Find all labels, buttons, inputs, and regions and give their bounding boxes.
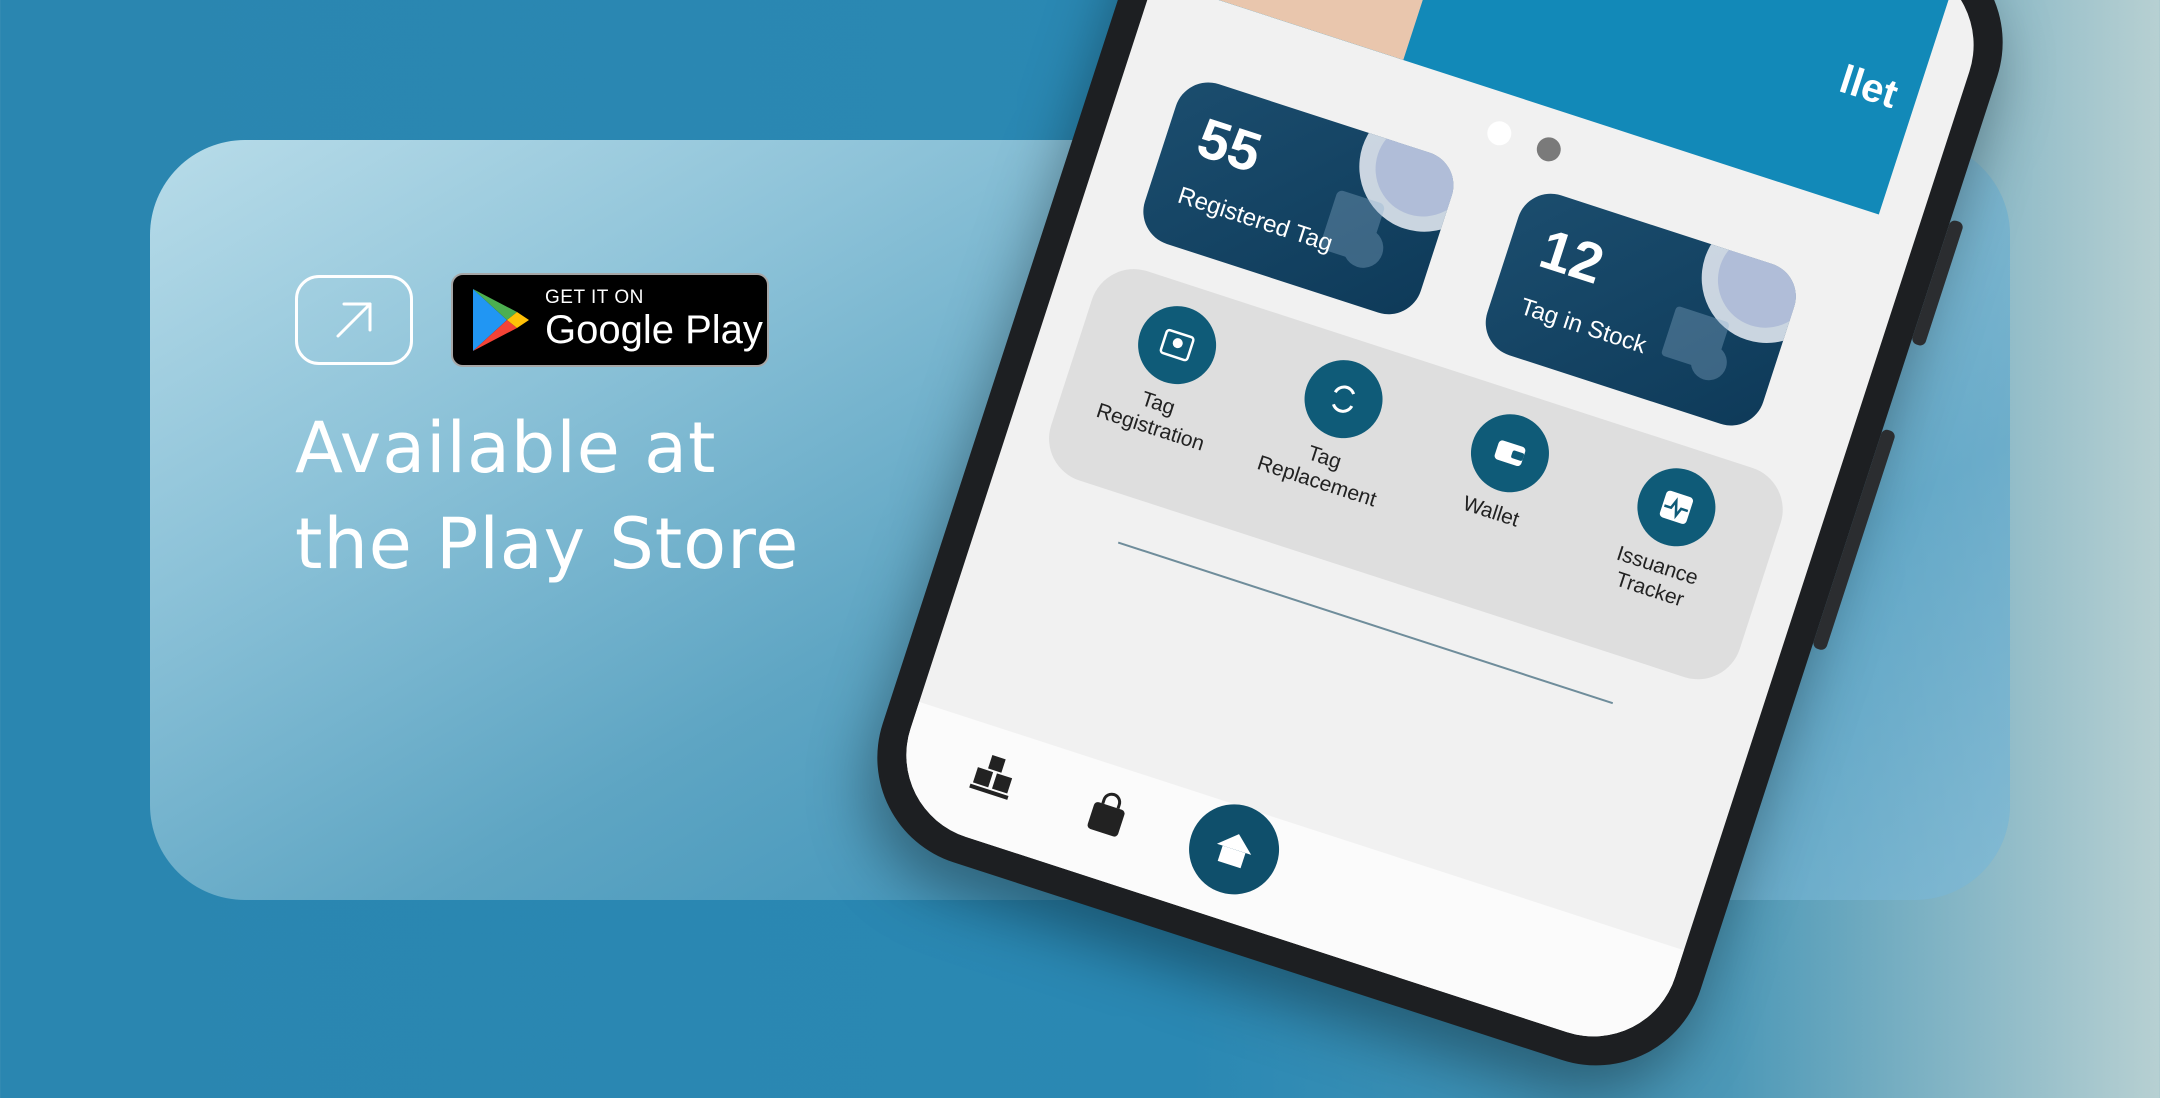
headline-line-1: Available at [295,407,717,489]
banner-text: llet [1834,57,1904,118]
hero-headline: Available at the Play Store [295,400,799,592]
badge-big-text: Google Play [545,308,763,352]
google-play-logo-icon [473,289,529,351]
google-play-badge[interactable]: GET IT ON Google Play [451,273,769,367]
action-label: Issuance Tracker [1612,541,1701,612]
tag-in-stock-label: Tag in Stock [1516,293,1650,360]
registered-tag-count: 55 [1190,105,1270,185]
nav-orders[interactable] [1076,783,1138,847]
tag-in-stock-count: 12 [1532,216,1612,296]
id-card-icon [1127,295,1227,395]
registered-tag-label: Registered Tag [1174,181,1336,258]
store-row: GET IT ON Google Play [295,273,769,367]
nav-home[interactable] [1177,792,1291,907]
action-label: Tag Registration [1093,387,1208,456]
action-tag-registration[interactable]: Tag Registration [1070,283,1265,464]
wallet-icon [1460,404,1560,503]
carousel-dot-1[interactable] [1484,118,1515,149]
external-link-button[interactable] [295,275,413,365]
boxes-icon [969,755,1013,800]
action-tag-replacement[interactable]: Tag Replacement [1237,337,1432,518]
arrow-up-right-icon [336,302,372,338]
shopping-bag-icon [1087,792,1125,837]
action-issuance-tracker[interactable]: Issuance Tracker [1570,445,1765,626]
home-icon [1216,834,1252,869]
action-wallet[interactable]: Wallet [1411,391,1598,548]
headline-line-2: the Play Store [295,503,800,585]
nav-inventory[interactable] [962,746,1024,810]
badge-small-text: GET IT ON [545,287,644,308]
action-label: Tag Replacement [1254,441,1380,512]
swap-icon [1294,350,1393,449]
carousel-dot-2[interactable] [1533,134,1564,165]
badge-text: GET IT ON Google Play [545,287,763,353]
pulse-icon [1627,458,1726,557]
